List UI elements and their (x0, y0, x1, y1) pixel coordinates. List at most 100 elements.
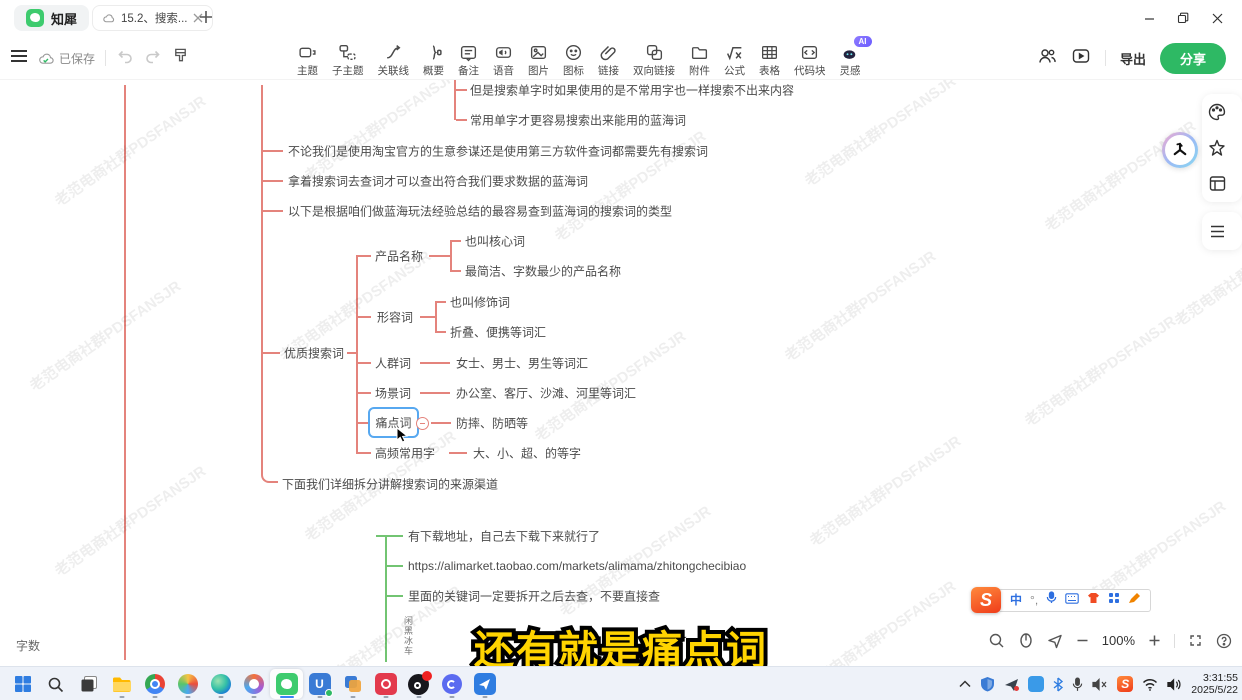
undo-icon[interactable] (116, 48, 134, 69)
punctuation-icon[interactable]: °, (1030, 594, 1038, 606)
app-u-icon[interactable]: U (303, 669, 336, 699)
mindmap-node[interactable]: 下面我们详细拆分讲解搜索词的来源渠道 (282, 476, 498, 493)
mindmap-node-selected[interactable]: 痛点词 (368, 407, 419, 438)
video-tutorial-icon[interactable] (1071, 47, 1091, 70)
mindmap-node[interactable]: 以下是根据咱们做蓝海玩法经验总结的最容易查到蓝海词的搜索词的类型 (288, 203, 672, 220)
chinese-mode-icon[interactable]: 中 (1010, 594, 1022, 606)
taskbar-search-icon[interactable] (39, 669, 72, 699)
task-view-icon[interactable] (72, 669, 105, 699)
tools-row: 主题 子主题 关联线 概要 备注 (290, 36, 868, 80)
mindmap-node[interactable]: 也叫修饰词 (450, 294, 510, 311)
outline-list-icon[interactable] (1206, 220, 1228, 242)
mindmap-node[interactable]: 人群词 (375, 355, 411, 372)
docs-app-icon[interactable] (336, 669, 369, 699)
mindmap-node-url[interactable]: https://alimarket.taobao.com/markets/ali… (408, 559, 746, 573)
tool-icon-marker[interactable]: 图标 (556, 36, 591, 80)
document-tab[interactable]: 15.2、搜索... (92, 5, 213, 31)
mindmap-node[interactable]: 也叫核心词 (465, 233, 525, 250)
mindmap-node[interactable]: 最简洁、字数最少的产品名称 (465, 263, 621, 280)
mindmap-node[interactable]: 产品名称 (375, 248, 423, 265)
tool-subtopic[interactable]: 子主题 (325, 36, 371, 80)
tray-expand-icon[interactable] (959, 680, 971, 688)
tool-topic[interactable]: 主题 (290, 36, 325, 80)
mindmap-node[interactable]: 办公室、客厅、沙滩、河里等词汇 (456, 385, 636, 402)
close-button[interactable] (1200, 4, 1234, 32)
wifi-icon[interactable] (1142, 678, 1158, 691)
mindmap-node[interactable]: 有下载地址，自己去下载下来就行了 (408, 528, 600, 545)
zhixi-app-icon[interactable] (270, 669, 303, 699)
format-painter-icon[interactable] (172, 47, 189, 69)
mindmap-node[interactable]: 防摔、防晒等 (456, 415, 528, 432)
app-circle-c-icon[interactable] (435, 669, 468, 699)
export-button[interactable]: 导出 (1120, 49, 1146, 68)
titlebar: 知犀 15.2、搜索... (0, 0, 1242, 36)
mindmap-node[interactable]: 拿着搜索词去查词才可以查出符合我们要求数据的蓝海词 (288, 173, 588, 190)
edge-icon[interactable] (204, 669, 237, 699)
tool-bidirectional-link[interactable]: 双向链接 (626, 36, 682, 80)
tool-inspiration[interactable]: AI 灵感 (833, 36, 868, 80)
tool-voice[interactable]: 语音 (486, 36, 521, 80)
sogou-logo-icon[interactable]: S (971, 587, 1001, 613)
layout-panel-icon[interactable] (1206, 172, 1228, 194)
ai-assistant-button[interactable] (1162, 132, 1198, 168)
tool-link[interactable]: 链接 (591, 36, 626, 80)
tool-summary[interactable]: 概要 (416, 36, 451, 80)
taskbar-clock[interactable]: 3:31:55 2025/5/22 (1191, 672, 1238, 696)
browser-360-icon[interactable] (171, 669, 204, 699)
telegram-tray-icon[interactable] (1004, 677, 1019, 692)
collaborate-icon[interactable] (1037, 47, 1057, 70)
chrome-icon[interactable] (138, 669, 171, 699)
watermark: 老范电商社群PDSFANSJR (780, 245, 940, 365)
security-shield-icon[interactable] (980, 676, 995, 692)
voice-input-icon[interactable] (1046, 591, 1057, 609)
mindmap-node[interactable]: 里面的关键词一定要拆开之后去查，不要直接查 (408, 588, 660, 605)
mindmap-node[interactable]: 大、小、超、的等字 (473, 445, 581, 462)
mindmap-node[interactable]: 女士、男士、男生等词汇 (456, 355, 588, 372)
tool-attachment[interactable]: 附件 (682, 36, 717, 80)
mindmap-node[interactable]: 优质搜索词 (284, 345, 344, 362)
restore-button[interactable] (1166, 4, 1200, 32)
mindmap-node[interactable]: 但是搜索单字时如果使用的是不常用字也一样搜索不出来内容 (470, 82, 794, 99)
share-button[interactable]: 分享 (1160, 43, 1226, 74)
chat-check-tray-icon[interactable] (1028, 676, 1044, 692)
app-plane-icon[interactable] (468, 669, 501, 699)
volume-icon[interactable] (1167, 678, 1182, 691)
mindmap-node[interactable]: 形容词 (377, 309, 413, 326)
tool-formula[interactable]: 公式 (717, 36, 752, 80)
magic-star-icon[interactable] (1206, 137, 1228, 159)
mindmap-node[interactable]: 折叠、便携等词汇 (450, 324, 546, 341)
mindmap-node[interactable]: 常用单字才更容易搜索出来能用的蓝海词 (470, 112, 686, 129)
redo-icon[interactable] (144, 48, 162, 69)
tool-relation-line[interactable]: 关联线 (371, 36, 417, 80)
mindmap-node[interactable]: 不论我们是使用淘宝官方的生意参谋还是使用第三方软件查词都需要先有搜索词 (288, 143, 708, 160)
collapse-toggle[interactable] (416, 417, 429, 430)
app-home-button[interactable]: 知犀 (14, 5, 89, 31)
minimize-button[interactable] (1132, 4, 1166, 32)
mindmap-canvas[interactable]: 老范电商社群PDSFANSJR 老范电商社群PDSFANSJR 老范电商社群PD… (0, 80, 1242, 666)
sogou-input-bar[interactable]: S 中 °, (971, 587, 1151, 613)
skin-icon[interactable] (1087, 591, 1100, 609)
tool-code-block[interactable]: 代码块 (787, 36, 833, 80)
app-red-icon[interactable] (369, 669, 402, 699)
tool-image[interactable]: 图片 (521, 36, 556, 80)
audio-device-icon[interactable] (1092, 678, 1108, 691)
toolbox-grid-icon[interactable] (1108, 591, 1120, 609)
start-button[interactable] (6, 669, 39, 699)
new-tab-button[interactable] (198, 9, 214, 25)
mindmap-node[interactable]: 场景词 (375, 385, 411, 402)
browser-ring-icon[interactable] (237, 669, 270, 699)
branch-line (263, 210, 283, 212)
obs-recording-icon[interactable] (402, 669, 435, 699)
keyboard-icon[interactable] (1065, 591, 1079, 609)
bluetooth-icon[interactable] (1053, 677, 1063, 692)
menu-icon[interactable] (10, 49, 28, 68)
tool-note[interactable]: 备注 (451, 36, 486, 80)
file-explorer-icon[interactable] (105, 669, 138, 699)
sogou-tray-icon[interactable]: S (1117, 676, 1133, 692)
theme-palette-icon[interactable] (1206, 101, 1228, 123)
microphone-tray-icon[interactable] (1072, 677, 1083, 692)
branch-line (263, 352, 280, 354)
handwriting-brush-icon[interactable] (1128, 591, 1141, 609)
watermark: 老范电商社群PDSFANSJR (50, 90, 210, 210)
tool-table[interactable]: 表格 (752, 36, 787, 80)
